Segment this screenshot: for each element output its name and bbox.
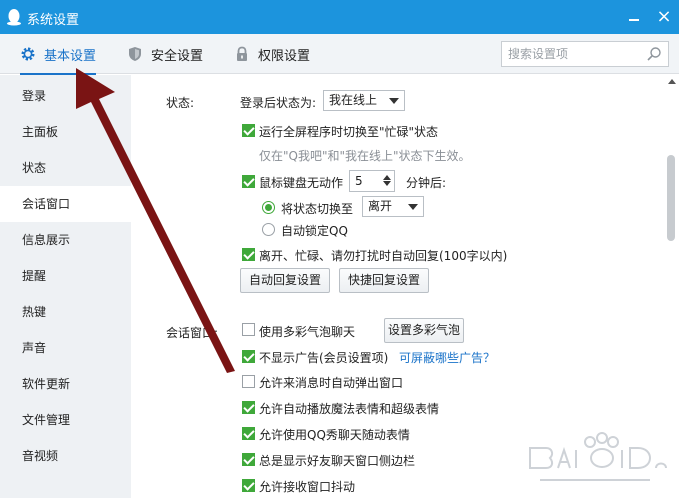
magic-expression-label: 允许自动播放魔法表情和超级表情: [259, 402, 440, 416]
auto-popup-checkbox[interactable]: [242, 375, 255, 388]
window-shake-checkbox[interactable]: [242, 479, 255, 492]
magic-expression-checkbox[interactable]: [242, 401, 255, 414]
quick-reply-settings-button[interactable]: 快捷回复设置: [339, 268, 429, 293]
sidebar-item-info-display[interactable]: 信息展示: [0, 222, 131, 258]
chevron-down-icon: [389, 98, 399, 104]
sidebar-item-main-panel[interactable]: 主面板: [0, 114, 131, 150]
settings-tab-bar: 基本设置 安全设置 权限设置: [0, 34, 679, 75]
colorful-bubble-label: 使用多彩气泡聊天: [259, 325, 356, 339]
tab-label: 基本设置: [44, 48, 97, 64]
login-status-label: 登录后状态为:: [240, 96, 317, 110]
settings-content: 状态: 登录后状态为: 我在线上 运行全屏程序时切换至"忙碌"状态 仅在"Q我吧…: [131, 75, 679, 498]
close-button[interactable]: ×: [652, 6, 676, 28]
tab-label: 权限设置: [258, 48, 311, 64]
minimize-button[interactable]: [622, 6, 646, 28]
qq-show-checkbox[interactable]: [242, 427, 255, 440]
login-status-value: 我在线上: [329, 93, 378, 107]
no-ads-checkbox[interactable]: [242, 350, 255, 363]
auto-reply-checkbox[interactable]: [242, 248, 255, 261]
chat-sidebar-label: 总是显示好友聊天窗口侧边栏: [259, 454, 416, 468]
scrollbar-thumb[interactable]: [667, 155, 675, 241]
gear-icon: [21, 47, 35, 61]
status-section-label: 状态:: [166, 96, 195, 110]
search-box[interactable]: [501, 41, 669, 67]
scroll-up-icon[interactable]: [668, 79, 676, 84]
login-status-select[interactable]: 我在线上: [323, 90, 405, 111]
search-icon[interactable]: [646, 46, 662, 62]
sidebar-item-hotkey[interactable]: 热键: [0, 294, 131, 330]
auto-popup-label: 允许来消息时自动弹出窗口: [259, 376, 404, 390]
fullscreen-busy-hint: 仅在"Q我吧"和"我在线上"状态下生效。: [259, 149, 471, 163]
qq-show-label: 允许使用QQ秀聊天随动表情: [259, 428, 410, 442]
colorful-bubble-checkbox[interactable]: [242, 323, 255, 336]
sidebar-item-software-update[interactable]: 软件更新: [0, 366, 131, 402]
auto-reply-label: 离开、忙碌、请勿打扰时自动回复(100字以内): [259, 249, 508, 263]
sidebar-item-audio-video[interactable]: 音视频: [0, 438, 131, 474]
ads-info-link[interactable]: 可屏蔽哪些广告？: [399, 349, 495, 366]
window-shake-label: 允许接收窗口抖动: [259, 480, 356, 494]
idle-label: 鼠标键盘无动作: [259, 176, 344, 190]
stepper-down-icon[interactable]: [382, 180, 392, 189]
tab-permission-settings[interactable]: 权限设置: [234, 34, 310, 74]
tab-security-settings[interactable]: 安全设置: [127, 34, 203, 74]
auto-lock-label: 自动锁定QQ: [281, 224, 348, 238]
content-scrollbar[interactable]: [666, 75, 679, 498]
idle-minutes-value: 5: [355, 174, 363, 188]
settings-sidebar: 登录 主面板 状态 会话窗口 信息展示 提醒 热键 声音 软件更新 文件管理 音…: [0, 75, 131, 498]
sidebar-item-status[interactable]: 状态: [0, 150, 131, 186]
shield-icon: [129, 47, 141, 61]
idle-minutes-suffix: 分钟后:: [406, 176, 447, 190]
window-title: 系统设置: [27, 13, 80, 28]
auto-reply-settings-button[interactable]: 自动回复设置: [240, 268, 330, 293]
fullscreen-busy-checkbox[interactable]: [242, 124, 255, 137]
chat-sidebar-checkbox[interactable]: [242, 453, 255, 466]
lock-icon: [237, 46, 247, 61]
idle-checkbox[interactable]: [242, 175, 255, 188]
switch-status-select[interactable]: 离开: [362, 196, 424, 217]
no-ads-label: 不显示广告(会员设置项): [259, 351, 389, 365]
switch-status-radio[interactable]: [262, 201, 275, 214]
tab-label: 安全设置: [151, 48, 204, 64]
session-section-label: 会话窗口:: [166, 326, 219, 340]
fullscreen-busy-label: 运行全屏程序时切换至"忙碌"状态: [259, 125, 439, 139]
sidebar-item-session-window[interactable]: 会话窗口: [0, 186, 131, 222]
tab-basic-settings[interactable]: 基本设置: [20, 34, 97, 75]
sidebar-item-sound[interactable]: 声音: [0, 330, 131, 366]
search-input[interactable]: [508, 46, 638, 62]
chevron-down-icon: [408, 204, 418, 210]
switch-status-label: 将状态切换至: [281, 202, 354, 216]
qq-penguin-icon: [7, 9, 21, 26]
sidebar-item-file-management[interactable]: 文件管理: [0, 402, 131, 438]
sidebar-item-login[interactable]: 登录: [0, 78, 131, 114]
auto-lock-radio[interactable]: [262, 223, 275, 236]
idle-minutes-stepper[interactable]: 5: [349, 170, 395, 192]
set-colorful-bubble-button[interactable]: 设置多彩气泡: [384, 318, 464, 343]
switch-status-value: 离开: [368, 199, 393, 213]
title-bar: 系统设置 ×: [0, 0, 679, 34]
sidebar-item-reminder[interactable]: 提醒: [0, 258, 131, 294]
